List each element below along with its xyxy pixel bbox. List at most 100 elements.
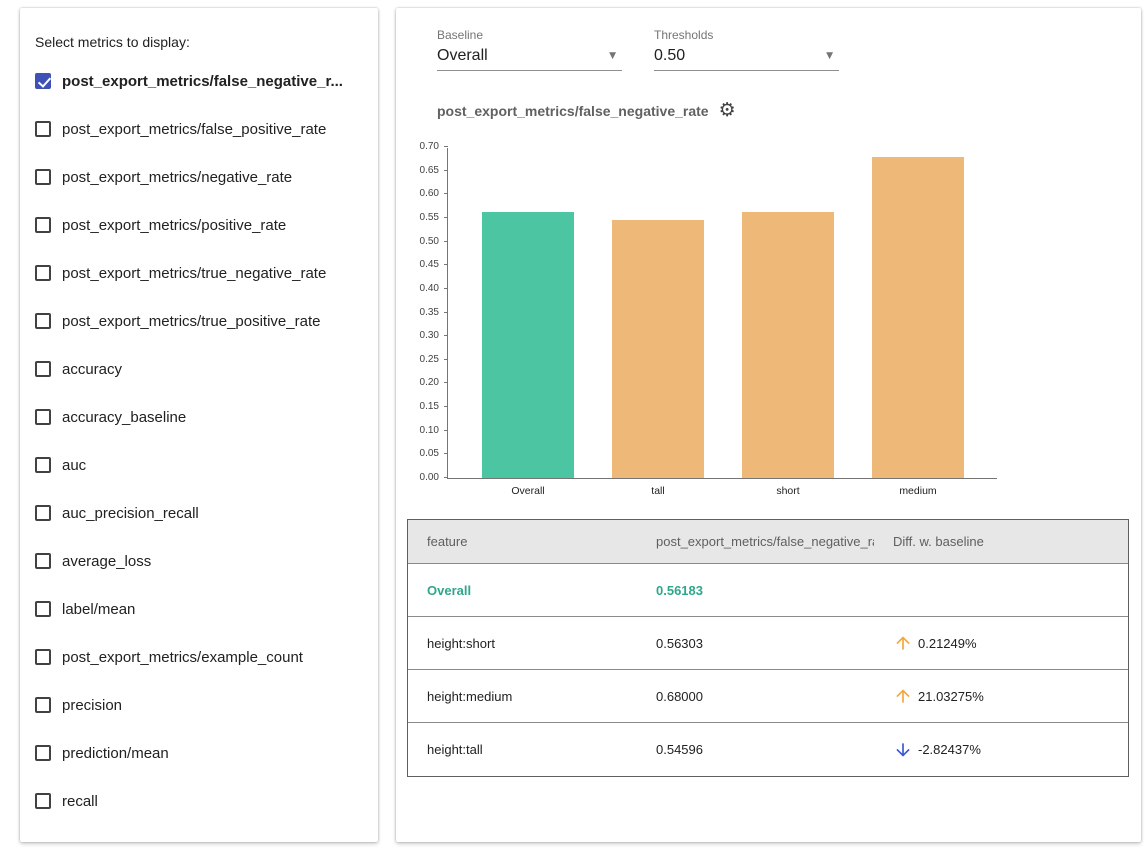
y-axis-tick-label: 0.45 [393, 259, 439, 271]
metric-item[interactable]: post_export_metrics/false_positive_rate [20, 105, 378, 153]
metric-checkbox[interactable] [35, 649, 51, 665]
y-axis-tick-mark [444, 453, 448, 454]
metric-checkbox[interactable] [35, 361, 51, 377]
metric-checkbox[interactable] [35, 793, 51, 809]
y-axis-tick-label: 0.50 [393, 236, 439, 248]
metric-checkbox[interactable] [35, 73, 51, 89]
metric-item[interactable]: post_export_metrics/true_negative_rate [20, 249, 378, 297]
thresholds-dropdown-value: 0.50 [654, 47, 685, 65]
chart-bar[interactable] [742, 212, 834, 478]
metric-label: post_export_metrics/negative_rate [62, 169, 292, 186]
table-header: feature post_export_metrics/false_negati… [408, 520, 1128, 564]
feature-cell: height:medium [408, 689, 637, 704]
y-axis-tick-label: 0.20 [393, 377, 439, 389]
metric-selector-title: Select metrics to display: [20, 8, 378, 50]
x-axis-label: tall [612, 485, 704, 497]
metrics-list: post_export_metrics/false_negative_r...p… [20, 57, 378, 825]
y-axis-tick-label: 0.25 [393, 354, 439, 366]
metric-checkbox[interactable] [35, 121, 51, 137]
y-axis-tick-label: 0.10 [393, 425, 439, 437]
bar-chart: 0.000.050.100.150.200.250.300.350.400.45… [447, 148, 997, 479]
chevron-down-icon[interactable]: ▼ [609, 51, 616, 61]
metric-item[interactable]: accuracy [20, 345, 378, 393]
metric-item[interactable]: auc [20, 441, 378, 489]
metric-item[interactable]: auc_precision_recall [20, 489, 378, 537]
baseline-dropdown[interactable]: Baseline Overall ▼ [437, 28, 622, 71]
y-axis-tick-mark [444, 241, 448, 242]
metric-item[interactable]: accuracy_baseline [20, 393, 378, 441]
x-axis-label: medium [872, 485, 964, 497]
metric-item[interactable]: post_export_metrics/positive_rate [20, 201, 378, 249]
metric-item[interactable]: label/mean [20, 585, 378, 633]
metric-checkbox[interactable] [35, 313, 51, 329]
chart-bar[interactable] [872, 157, 964, 479]
chart-bar[interactable] [482, 212, 574, 478]
metric-checkbox[interactable] [35, 505, 51, 521]
y-axis-tick-label: 0.35 [393, 307, 439, 319]
y-axis-tick-label: 0.65 [393, 165, 439, 177]
metric-label: post_export_metrics/false_negative_r... [62, 73, 343, 90]
metric-item[interactable]: precision [20, 681, 378, 729]
metric-item[interactable]: average_loss [20, 537, 378, 585]
metric-checkbox[interactable] [35, 409, 51, 425]
metric-label: auc [62, 457, 86, 474]
table-row[interactable]: height:medium0.68000 21.03275% [408, 670, 1128, 723]
metric-checkbox[interactable] [35, 553, 51, 569]
metric-item[interactable]: post_export_metrics/false_negative_r... [20, 57, 378, 105]
metric-item[interactable]: prediction/mean [20, 729, 378, 777]
arrow-up-icon [893, 686, 913, 706]
metric-checkbox[interactable] [35, 601, 51, 617]
y-axis-tick-mark [444, 335, 448, 336]
diff-value: 21.03275% [918, 689, 984, 704]
diff-value: 0.21249% [918, 636, 977, 651]
metric-checkbox[interactable] [35, 745, 51, 761]
baseline-dropdown-value: Overall [437, 47, 488, 65]
metric-label: post_export_metrics/example_count [62, 649, 303, 666]
metric-item[interactable]: post_export_metrics/negative_rate [20, 153, 378, 201]
table-header-feature: feature [408, 534, 637, 549]
y-axis-tick-label: 0.60 [393, 188, 439, 200]
y-axis-tick-mark [444, 359, 448, 360]
metric-value-cell: 0.68000 [637, 689, 874, 704]
y-axis-tick-mark [444, 264, 448, 265]
metric-item[interactable]: post_export_metrics/true_positive_rate [20, 297, 378, 345]
metric-checkbox[interactable] [35, 265, 51, 281]
chevron-down-icon[interactable]: ▼ [826, 51, 833, 61]
y-axis-tick-mark [444, 146, 448, 147]
y-axis-tick-label: 0.55 [393, 212, 439, 224]
results-panel: Baseline Overall ▼ Thresholds 0.50 ▼ pos… [396, 8, 1141, 842]
y-axis-tick-label: 0.70 [393, 141, 439, 153]
thresholds-dropdown[interactable]: Thresholds 0.50 ▼ [654, 28, 839, 71]
x-axis-label: Overall [482, 485, 574, 497]
metric-label: post_export_metrics/true_negative_rate [62, 265, 326, 282]
table-row[interactable]: height:tall0.54596-2.82437% [408, 723, 1128, 776]
metric-checkbox[interactable] [35, 169, 51, 185]
metric-item[interactable]: post_export_metrics/example_count [20, 633, 378, 681]
baseline-dropdown-label: Baseline [437, 28, 622, 42]
metric-label: label/mean [62, 601, 135, 618]
arrow-down-icon [893, 740, 913, 760]
diff-cell: 0.21249% [874, 633, 1128, 653]
metric-label: prediction/mean [62, 745, 169, 762]
metric-label: auc_precision_recall [62, 505, 199, 522]
metric-checkbox[interactable] [35, 697, 51, 713]
y-axis-tick-mark [444, 217, 448, 218]
metric-label: precision [62, 697, 122, 714]
y-axis-tick-mark [444, 406, 448, 407]
table-row[interactable]: height:short0.563030.21249% [408, 617, 1128, 670]
table-row[interactable]: Overall0.56183 [408, 564, 1128, 617]
y-axis-tick-mark [444, 312, 448, 313]
metric-item[interactable]: recall [20, 777, 378, 825]
y-axis-tick-mark [444, 430, 448, 431]
metric-label: post_export_metrics/false_positive_rate [62, 121, 326, 138]
y-axis-tick-mark [444, 193, 448, 194]
metric-label: recall [62, 793, 98, 810]
gear-icon[interactable]: ⚙ [719, 101, 736, 120]
metric-checkbox[interactable] [35, 457, 51, 473]
chart-bar[interactable] [612, 220, 704, 478]
y-axis-tick-mark [444, 170, 448, 171]
x-axis-label: short [742, 485, 834, 497]
metric-checkbox[interactable] [35, 217, 51, 233]
diff-value: -2.82437% [918, 742, 981, 757]
diff-cell: 21.03275% [874, 686, 1128, 706]
